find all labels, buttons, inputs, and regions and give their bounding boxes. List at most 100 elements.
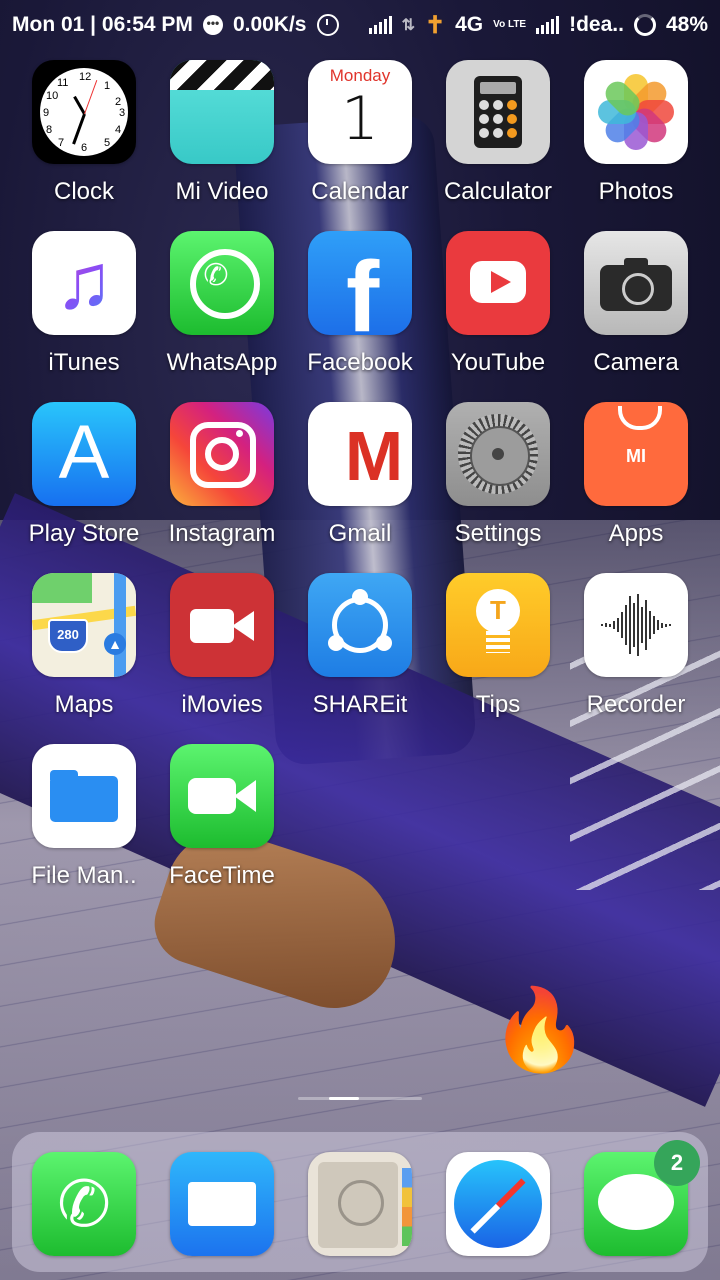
- clock-icon: 12 1 23 45 67 89 10 11: [32, 60, 136, 164]
- calculator-icon: [446, 60, 550, 164]
- app-label: WhatsApp: [166, 349, 278, 376]
- app-tips[interactable]: T Tips: [429, 573, 567, 719]
- app-gmail[interactable]: M Gmail: [291, 402, 429, 548]
- folder-icon: [32, 744, 136, 848]
- calendar-day: Monday: [329, 66, 391, 85]
- app-recorder[interactable]: Recorder: [567, 573, 705, 719]
- fire-emoji: 🔥: [490, 985, 590, 1074]
- phone-glyph: ✆: [57, 1168, 111, 1240]
- youtube-icon: [446, 231, 550, 335]
- video-camera-icon: [170, 573, 274, 677]
- dock-phone[interactable]: ✆: [32, 1152, 136, 1256]
- app-label: Recorder: [586, 691, 686, 718]
- highway-shield: 280: [48, 619, 88, 653]
- app-label: Calendar: [311, 178, 409, 205]
- app-label: Calculator: [443, 178, 553, 205]
- status-net-speed: 0.00K/s: [232, 13, 307, 36]
- alarm-icon: [316, 14, 339, 36]
- whatsapp-phone-glyph: ✆: [203, 259, 229, 292]
- instagram-icon: [170, 402, 274, 506]
- dock-contacts[interactable]: [308, 1152, 412, 1256]
- music-note-icon: ♫: [32, 231, 136, 335]
- facetime-icon: [170, 744, 274, 848]
- messages-badge: 2: [654, 1140, 700, 1186]
- app-label: Photos: [598, 178, 674, 205]
- app-label: iTunes: [48, 349, 120, 376]
- app-store-icon: A: [32, 402, 136, 506]
- camera-icon: [584, 231, 688, 335]
- app-label: Tips: [475, 691, 521, 718]
- app-label: YouTube: [450, 349, 546, 376]
- waveform-icon: [584, 573, 688, 677]
- calendar-date: 1: [340, 84, 380, 154]
- compass-icon: [446, 1152, 550, 1256]
- clapperboard-icon: [170, 60, 274, 164]
- mi-bag-icon: MI: [584, 402, 688, 506]
- app-imovies[interactable]: iMovies: [153, 573, 291, 719]
- app-facetime[interactable]: FaceTime: [153, 744, 291, 890]
- whatsapp-icon: ✆: [170, 231, 274, 335]
- mail-icon: [170, 1152, 274, 1256]
- music-note-glyph: ♫: [32, 235, 136, 327]
- status-carrier: !dea..: [569, 13, 624, 36]
- app-label: Gmail: [328, 520, 392, 547]
- calendar-icon: Monday 1: [308, 60, 412, 164]
- app-label: Instagram: [168, 520, 276, 547]
- photos-flower-icon: [584, 60, 688, 164]
- app-calendar[interactable]: Monday 1 Calendar: [291, 60, 429, 206]
- app-whatsapp[interactable]: ✆ WhatsApp: [153, 231, 291, 377]
- more-notifications-icon: •••: [202, 15, 223, 35]
- app-file-manager[interactable]: File Man..: [15, 744, 153, 890]
- facebook-icon: f: [308, 231, 412, 335]
- app-label: Mi Video: [175, 178, 269, 205]
- page-indicator: [298, 1097, 422, 1100]
- cross-icon: ✝: [425, 11, 446, 39]
- maps-icon: 280 ▲: [32, 573, 136, 677]
- volte-icon: Vo LTE: [493, 19, 527, 30]
- app-label: SHAREit: [312, 691, 408, 718]
- app-label: Apps: [608, 520, 664, 547]
- dock-safari[interactable]: [446, 1152, 550, 1256]
- app-label: Camera: [593, 349, 679, 376]
- facebook-glyph: f: [346, 241, 380, 335]
- app-itunes[interactable]: ♫ iTunes: [15, 231, 153, 377]
- app-instagram[interactable]: Instagram: [153, 402, 291, 548]
- app-calculator[interactable]: Calculator: [429, 60, 567, 206]
- page-indicator-active: [329, 1097, 359, 1100]
- app-settings[interactable]: Settings: [429, 402, 567, 548]
- dock-mail[interactable]: [170, 1152, 274, 1256]
- gmail-icon: M: [308, 402, 412, 506]
- app-apps[interactable]: MI Apps: [567, 402, 705, 548]
- location-arrow-icon: ▲: [104, 633, 126, 655]
- app-label: Settings: [454, 520, 542, 547]
- app-label: File Man..: [31, 862, 137, 889]
- status-battery: 48%: [665, 13, 708, 36]
- shareit-icon: [308, 573, 412, 677]
- lightbulb-icon: T: [446, 573, 550, 677]
- app-clock[interactable]: 12 1 23 45 67 89 10 11 Clock: [15, 60, 153, 206]
- mi-logo: MI: [626, 446, 646, 466]
- data-transfer-icon: ⇅: [401, 17, 416, 34]
- app-maps[interactable]: 280 ▲ Maps: [15, 573, 153, 719]
- app-shareit[interactable]: SHAREit: [291, 573, 429, 719]
- app-label: Clock: [53, 178, 114, 205]
- app-store-glyph: A: [58, 410, 110, 495]
- status-datetime: Mon 01 | 06:54 PM: [12, 13, 193, 36]
- app-camera[interactable]: Camera: [567, 231, 705, 377]
- battery-icon: [633, 14, 656, 36]
- status-bar: Mon 01 | 06:54 PM ••• 0.00K/s ⇅ ✝ 4G Vo …: [0, 0, 720, 50]
- contacts-icon: [308, 1152, 412, 1256]
- app-facebook[interactable]: f Facebook: [291, 231, 429, 377]
- app-photos[interactable]: Photos: [567, 60, 705, 206]
- dock: ✆ 2: [12, 1132, 708, 1272]
- dock-messages[interactable]: 2: [584, 1140, 700, 1256]
- signal-icon-2: [536, 16, 560, 34]
- tips-glyph: T: [490, 595, 506, 625]
- app-label: Facebook: [307, 349, 413, 376]
- app-play-store[interactable]: A Play Store: [15, 402, 153, 548]
- gmail-glyph: M: [344, 417, 404, 495]
- app-mi-video[interactable]: Mi Video: [153, 60, 291, 206]
- gear-icon: [446, 402, 550, 506]
- signal-icon: [368, 16, 392, 34]
- app-youtube[interactable]: YouTube: [429, 231, 567, 377]
